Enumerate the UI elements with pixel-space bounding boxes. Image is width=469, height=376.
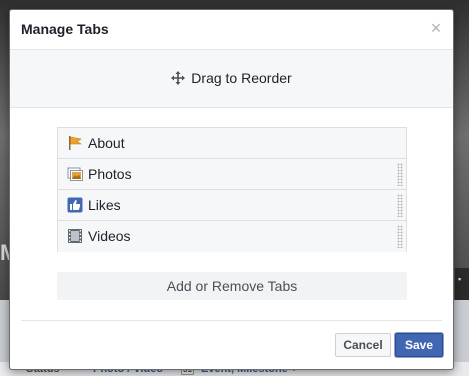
tab-row-videos[interactable]: Videos [58, 221, 406, 252]
footer-divider [21, 320, 442, 321]
reorder-hint-label: Drag to Reorder [191, 70, 292, 86]
add-or-remove-tabs-button[interactable]: Add or Remove Tabs [57, 272, 407, 300]
dialog-header: Manage Tabs × [10, 10, 453, 50]
move-arrows-icon [171, 71, 186, 85]
drag-handle[interactable] [397, 163, 403, 186]
tab-row-about[interactable]: About [58, 128, 406, 159]
reorder-hint: Drag to Reorder [10, 70, 453, 86]
manage-tabs-dialog: Manage Tabs × Drag to Reorder About Phot… [9, 9, 454, 370]
drag-handle[interactable] [397, 194, 403, 217]
tab-label: Videos [88, 228, 131, 244]
close-icon[interactable]: × [428, 19, 444, 37]
like-icon [67, 197, 83, 213]
reorder-hint-band: Drag to Reorder [10, 50, 453, 108]
tab-label: About [88, 135, 125, 151]
film-icon [68, 229, 82, 243]
save-button[interactable]: Save [395, 333, 443, 357]
photos-icon [67, 167, 83, 181]
tab-label: Photos [88, 166, 132, 182]
flag-icon [69, 136, 83, 150]
tab-row-likes[interactable]: Likes [58, 190, 406, 221]
drag-handle[interactable] [397, 225, 403, 248]
tab-row-photos[interactable]: Photos [58, 159, 406, 190]
tab-label: Likes [88, 197, 121, 213]
cancel-button[interactable]: Cancel [335, 333, 391, 357]
background-dot: ▪ [458, 274, 462, 284]
tab-list: About Photos Likes Videos [57, 127, 407, 252]
dialog-title: Manage Tabs [21, 21, 109, 37]
